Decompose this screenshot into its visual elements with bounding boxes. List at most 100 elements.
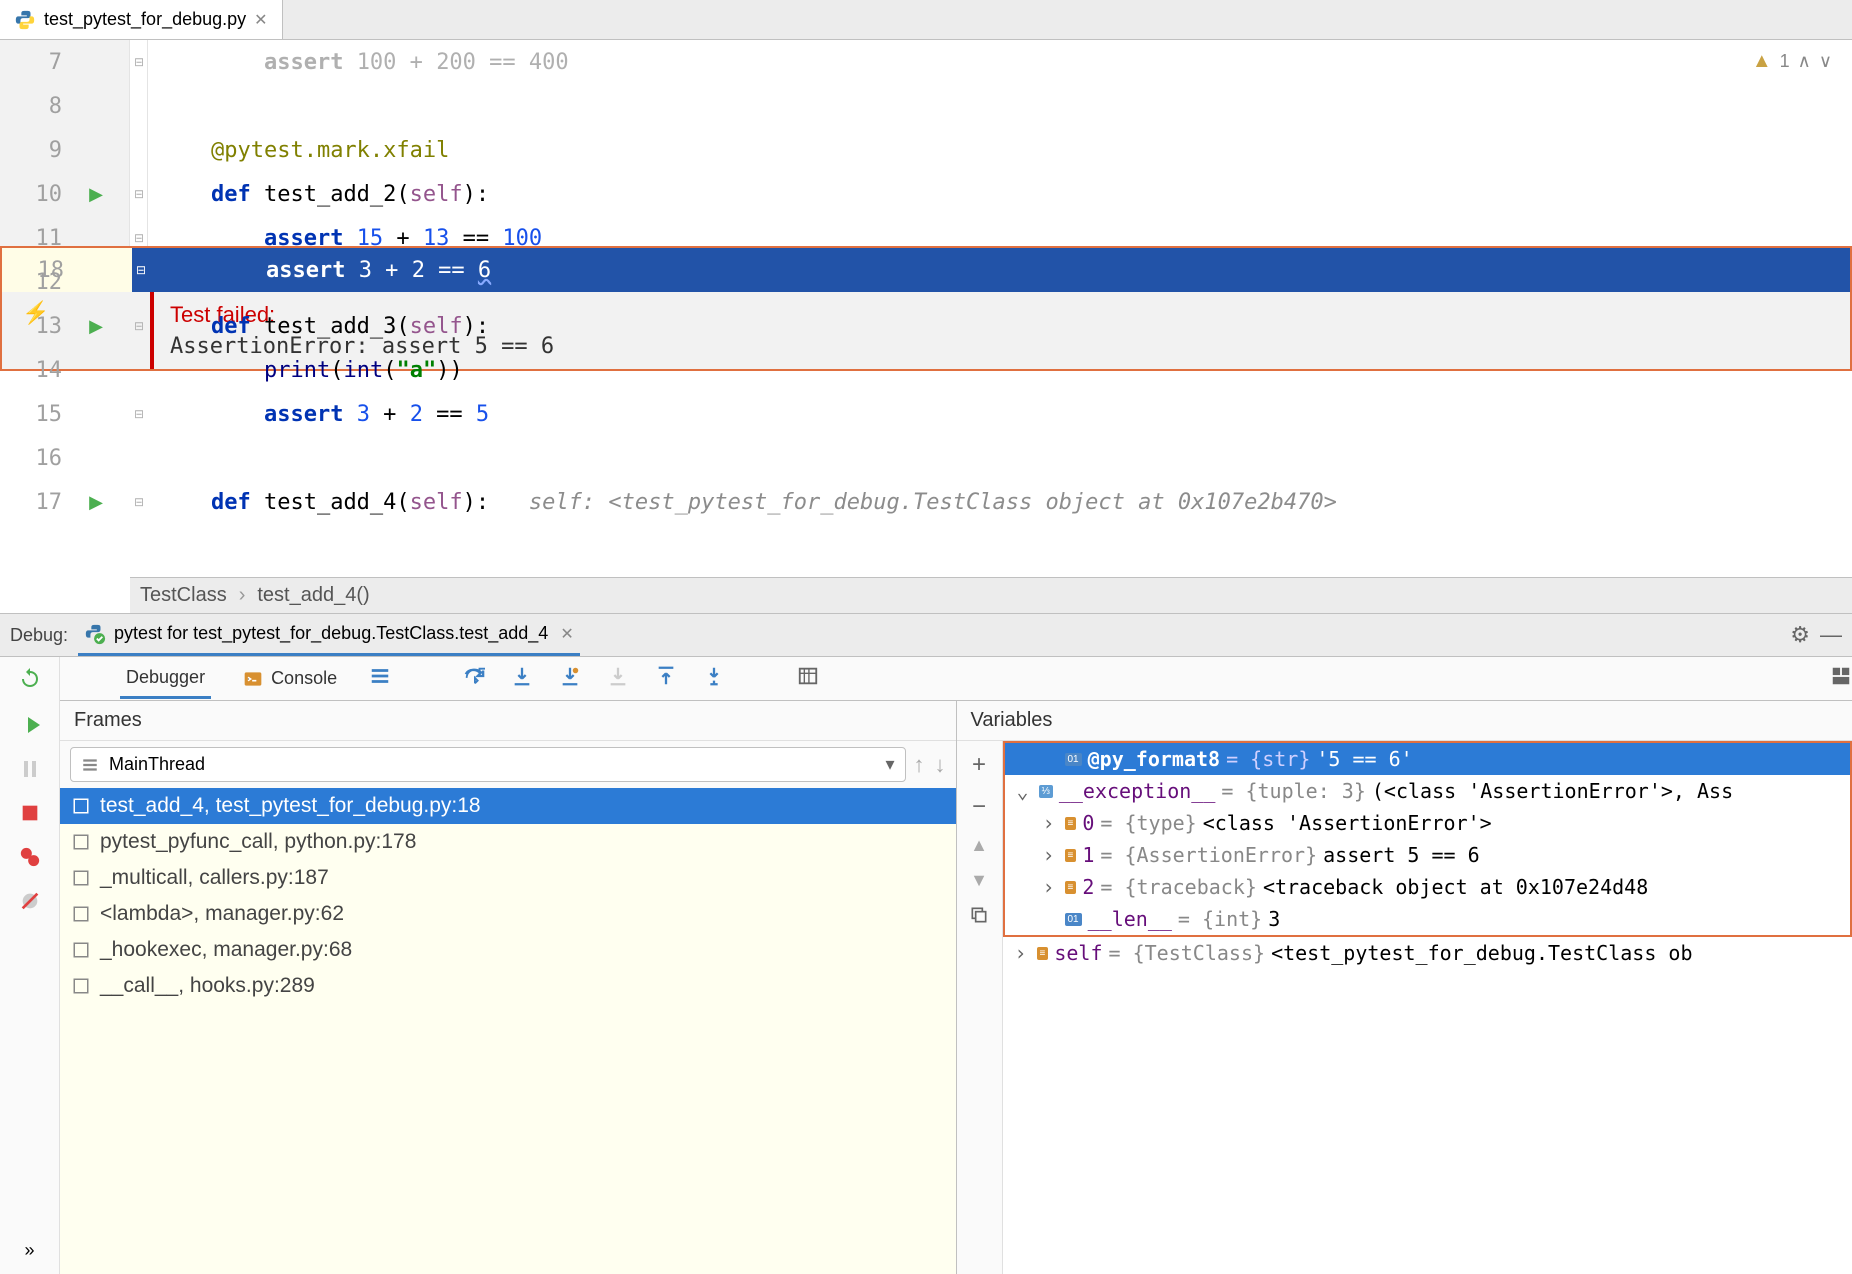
frame-icon: [72, 941, 90, 959]
settings-icon[interactable]: ⚙: [1790, 622, 1810, 648]
next-highlight-icon[interactable]: ∨: [1819, 51, 1832, 72]
code-area[interactable]: ▲ 1 ∧ ∨ assert 100 + 200 == 400 @pytest.…: [148, 40, 1852, 246]
minimize-icon[interactable]: —: [1820, 622, 1842, 648]
tab-console[interactable]: Console: [237, 660, 343, 697]
debug-body: » Frames MainThread ▾ ↑ ↓ test_add_4, te…: [0, 701, 1852, 1274]
variable-row[interactable]: ⌄⅓__exception__ = {tuple: 3} (<class 'As…: [1005, 775, 1851, 807]
run-to-cursor-icon[interactable]: [703, 665, 725, 692]
thread-name: MainThread: [109, 754, 205, 775]
tab-debugger[interactable]: Debugger: [120, 659, 211, 699]
duplicate-watch-icon[interactable]: [969, 905, 989, 930]
frame-icon: [72, 905, 90, 923]
pytest-icon: [84, 623, 106, 645]
variable-row[interactable]: 01__len__ = {int} 3: [1005, 903, 1851, 935]
frame-item[interactable]: <lambda>, manager.py:62: [60, 896, 956, 932]
variable-row[interactable]: ›≡1 = {AssertionError} assert 5 == 6: [1005, 839, 1851, 871]
step-into-icon[interactable]: [511, 665, 533, 692]
frames-header: Frames: [60, 701, 956, 741]
frame-item[interactable]: pytest_pyfunc_call, python.py:178: [60, 824, 956, 860]
python-file-icon: [14, 9, 36, 31]
frame-list[interactable]: test_add_4, test_pytest_for_debug.py:18 …: [60, 788, 956, 1274]
frame-item[interactable]: _hookexec, manager.py:68: [60, 932, 956, 968]
line-number: 13: [0, 314, 68, 339]
file-tab-label: test_pytest_for_debug.py: [44, 9, 246, 30]
mute-breakpoints-icon[interactable]: [16, 887, 44, 915]
frames-panel: Frames MainThread ▾ ↑ ↓ test_add_4, test…: [60, 701, 957, 1274]
watch-up-icon[interactable]: ▲: [970, 835, 988, 856]
variables-header: Variables: [957, 701, 1852, 741]
thread-icon: [81, 756, 99, 774]
frame-item[interactable]: test_add_4, test_pytest_for_debug.py:18: [60, 788, 956, 824]
debug-tool-window-header: Debug: pytest for test_pytest_for_debug.…: [0, 613, 1852, 657]
frame-icon: [72, 833, 90, 851]
frame-down-icon[interactable]: ↓: [935, 752, 946, 778]
breadcrumb-class[interactable]: TestClass: [140, 584, 227, 607]
breadcrumb-method[interactable]: test_add_4(): [257, 584, 369, 607]
rerun-icon[interactable]: [18, 667, 42, 691]
gutter: 7 8 9 10▶ 11 12 13▶ 14 15 16 17▶: [0, 40, 130, 246]
run-gutter-icon[interactable]: ▶: [89, 492, 103, 513]
variable-row[interactable]: 01@py_format8 = {str} '5 == 6': [1005, 743, 1851, 775]
inspection-badge[interactable]: ▲ 1 ∧ ∨: [1752, 50, 1832, 73]
debug-toolbar: Debugger Console: [60, 657, 1852, 701]
pause-icon[interactable]: [16, 755, 44, 783]
line-number: 11: [0, 226, 68, 251]
editor-tab-bar: test_pytest_for_debug.py ✕: [0, 0, 1852, 40]
step-over-icon[interactable]: [463, 665, 485, 692]
prev-highlight-icon[interactable]: ∧: [1798, 51, 1811, 72]
file-tab[interactable]: test_pytest_for_debug.py ✕: [0, 0, 283, 39]
line-number: 10: [0, 182, 68, 207]
console-icon: [243, 669, 263, 689]
line-number: 8: [0, 94, 68, 119]
step-into-my-code-icon[interactable]: [559, 665, 581, 692]
frame-icon: [72, 869, 90, 887]
frame-icon: [72, 977, 90, 995]
line-number: 15: [0, 402, 68, 427]
run-gutter-icon[interactable]: ▶: [89, 316, 103, 337]
debug-config-name: pytest for test_pytest_for_debug.TestCla…: [114, 623, 548, 644]
close-tab-icon[interactable]: ✕: [254, 10, 267, 30]
resume-icon[interactable]: [16, 711, 44, 739]
debug-config-tab[interactable]: pytest for test_pytest_for_debug.TestCla…: [78, 614, 580, 656]
variables-list[interactable]: 01@py_format8 = {str} '5 == 6' ⌄⅓__excep…: [1003, 741, 1852, 1274]
variable-row[interactable]: ›≡self = {TestClass} <test_pytest_for_de…: [1003, 937, 1852, 969]
run-gutter-icon[interactable]: ▶: [89, 184, 103, 205]
line-number: 9: [0, 138, 68, 163]
more-icon[interactable]: »: [16, 1236, 44, 1264]
force-step-into-icon[interactable]: [607, 665, 629, 692]
step-out-icon[interactable]: [655, 665, 677, 692]
frame-up-icon[interactable]: ↑: [914, 752, 925, 778]
watch-down-icon[interactable]: ▼: [970, 870, 988, 891]
chevron-down-icon: ▾: [885, 754, 894, 775]
threads-icon[interactable]: [369, 665, 391, 692]
close-debug-tab-icon[interactable]: ✕: [560, 624, 573, 644]
debug-side-toolbar: »: [0, 701, 60, 1274]
stop-icon[interactable]: [16, 799, 44, 827]
inline-debug-hint: self: <test_pytest_for_debug.TestClass o…: [489, 490, 1337, 515]
breadcrumb[interactable]: TestClass › test_add_4(): [130, 577, 1852, 613]
frame-icon: [72, 797, 90, 815]
line-number: 14: [0, 358, 68, 383]
variable-row[interactable]: ›≡2 = {traceback} <traceback object at 0…: [1005, 871, 1851, 903]
line-number: 7: [0, 50, 68, 75]
line-number: 12: [0, 270, 68, 295]
frame-item[interactable]: _multicall, callers.py:187: [60, 860, 956, 896]
layout-settings-icon[interactable]: [1830, 665, 1852, 692]
decorator: @pytest.mark.xfail: [211, 138, 449, 163]
variable-row[interactable]: ›≡0 = {type} <class 'AssertionError'>: [1005, 807, 1851, 839]
evaluate-expression-icon[interactable]: [797, 665, 819, 692]
variables-toolbar: + − ▲ ▼: [957, 741, 1003, 1274]
editor-area: 7 8 9 10 ▶ 11 12 13 ▶ 14 15 16 17 ▶ ⊟ ⊟⊟ ⊟⊟…: [0, 40, 1852, 613]
warning-count: 1: [1780, 51, 1790, 72]
view-breakpoints-icon[interactable]: [16, 843, 44, 871]
warning-icon: ▲: [1752, 50, 1772, 73]
remove-watch-icon[interactable]: −: [972, 793, 986, 821]
variables-panel: Variables + − ▲ ▼ 01@py_format8 = {str} …: [957, 701, 1852, 1274]
line-number: 17: [0, 490, 68, 515]
fold-column: ⊟ ⊟⊟ ⊟⊟ ⊟: [130, 40, 148, 246]
thread-selector[interactable]: MainThread ▾: [70, 747, 906, 782]
debug-label: Debug:: [10, 625, 68, 646]
add-watch-icon[interactable]: +: [972, 751, 986, 779]
frame-item[interactable]: __call__, hooks.py:289: [60, 968, 956, 1004]
line-number: 16: [0, 446, 68, 471]
